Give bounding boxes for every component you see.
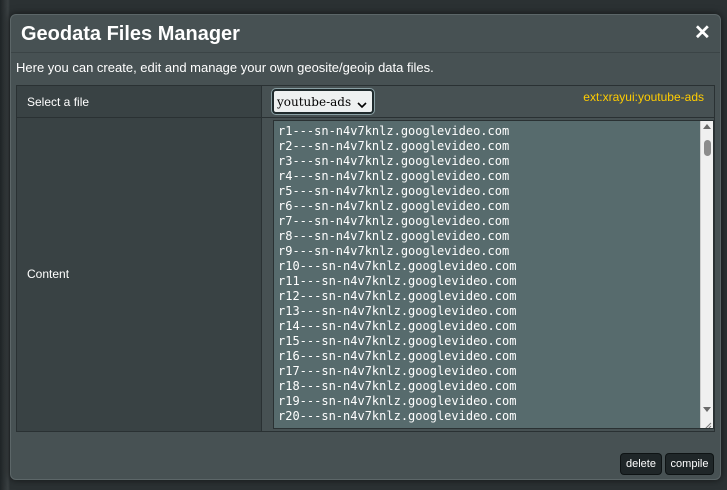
content-line: r15---sn-n4v7knlz.googlevideo.com [278,334,517,348]
content-line: r12---sn-n4v7knlz.googlevideo.com [278,289,517,303]
content-line: r14---sn-n4v7knlz.googlevideo.com [278,319,517,333]
content-line: r13---sn-n4v7knlz.googlevideo.com [278,304,517,318]
modal-title: Geodata Files Manager [21,23,240,45]
content-line: r10---sn-n4v7knlz.googlevideo.com [278,259,517,273]
modal-header: Geodata Files Manager ✕ [11,15,720,53]
header-divider [11,52,720,53]
ext-tag: ext:xrayui:youtube-ads [583,90,704,104]
resize-grip-icon[interactable] [702,417,712,428]
file-select-row: Select a file youtube-ads ext:xrayui:you… [17,86,714,118]
file-select-value: youtube-ads [277,95,352,109]
close-icon[interactable]: ✕ [694,23,711,43]
content-label-cell: Content [17,118,262,431]
content-line: r5---sn-n4v7knlz.googlevideo.com [278,184,510,198]
content-line: r2---sn-n4v7knlz.googlevideo.com [278,139,510,153]
modal-description: Here you can create, edit and manage you… [16,60,434,75]
geodata-files-modal: Geodata Files Manager ✕ Here you can cre… [10,14,721,480]
content-line: r18---sn-n4v7knlz.googlevideo.com [278,379,517,393]
content-line: r4---sn-n4v7knlz.googlevideo.com [278,169,510,183]
content-line: r3---sn-n4v7knlz.googlevideo.com [278,154,510,168]
content-line: r6---sn-n4v7knlz.googlevideo.com [278,199,510,213]
form-table: Select a file youtube-ads ext:xrayui:you… [16,85,715,432]
content-line: r8---sn-n4v7knlz.googlevideo.com [278,229,510,243]
content-line: r16---sn-n4v7knlz.googlevideo.com [278,349,517,363]
content-line: r1---sn-n4v7knlz.googlevideo.com [278,124,510,138]
file-select-label: Select a file [27,95,90,109]
content-row: Content r1---sn-n4v7knlz.googlevideo.com… [17,118,714,431]
delete-button[interactable]: delete [621,454,661,474]
content-line: r17---sn-n4v7knlz.googlevideo.com [278,364,517,378]
content-line: r9---sn-n4v7knlz.googlevideo.com [278,244,510,258]
content-line: r20---sn-n4v7knlz.googlevideo.com [278,409,517,423]
chevron-down-icon [357,98,367,112]
content-label: Content [27,267,70,281]
content-text: r1---sn-n4v7knlz.googlevideo.com r2---sn-… [278,124,516,424]
scrollbar-thumb[interactable] [704,140,711,156]
content-line: r7---sn-n4v7knlz.googlevideo.com [278,214,510,228]
textarea-scrollbar[interactable] [700,121,713,428]
content-line: r11---sn-n4v7knlz.googlevideo.com [278,274,517,288]
file-select-dropdown[interactable]: youtube-ads [272,89,374,114]
scroll-up-icon[interactable] [701,121,713,133]
content-line: r19---sn-n4v7knlz.googlevideo.com [278,394,517,408]
file-select-label-cell: Select a file [17,86,262,117]
compile-button[interactable]: compile [666,454,713,474]
scroll-down-icon[interactable] [701,404,713,416]
content-textarea[interactable]: r1---sn-n4v7knlz.googlevideo.com r2---sn-… [273,120,714,429]
